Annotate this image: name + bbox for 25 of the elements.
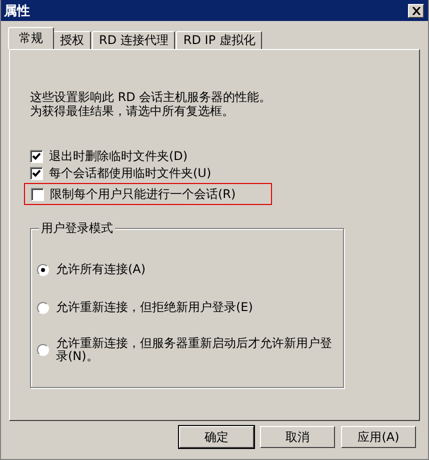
checkbox-label: 每个会话都使用临时文件夹(U) <box>49 165 212 182</box>
checkbox[interactable] <box>30 150 43 163</box>
radio-button[interactable] <box>37 302 49 314</box>
checkbox-label: 限制每个用户只能进行一个会话(R) <box>50 186 236 202</box>
tab[interactable]: 授权 <box>53 31 91 49</box>
tab[interactable]: 常规 <box>8 27 54 49</box>
dialog-button[interactable]: 确定 <box>179 426 254 448</box>
description-text: 这些设置影响此 RD 会话主机服务器的性能。 <box>30 90 272 104</box>
close-icon <box>412 6 420 14</box>
group-title: 用户登录模式 <box>39 220 115 236</box>
dialog-button[interactable]: 应用(A) <box>341 426 416 448</box>
checkbox-label: 退出时删除临时文件夹(D) <box>49 148 188 165</box>
window-title: 属性 <box>4 2 30 20</box>
radio-button[interactable] <box>37 264 49 276</box>
radio-label: 允许所有连接(A) <box>56 263 147 276</box>
close-button[interactable] <box>408 4 424 18</box>
radio-button[interactable] <box>37 344 49 356</box>
tab[interactable]: RD IP 虚拟化 <box>176 31 262 49</box>
description-text: 为获得最佳结果，请选中所有复选框。 <box>30 104 235 118</box>
tab[interactable]: RD 连接代理 <box>92 31 176 49</box>
checkbox[interactable] <box>30 167 43 180</box>
radio-label: 允许重新连接，但拒绝新用户登录(E) <box>56 301 254 314</box>
radio-label: 允许重新连接，但服务器重新启动后才允许新用户登录(N)。 <box>56 337 333 363</box>
checkbox[interactable] <box>31 188 44 200</box>
dialog-button[interactable]: 取消 <box>260 426 335 448</box>
